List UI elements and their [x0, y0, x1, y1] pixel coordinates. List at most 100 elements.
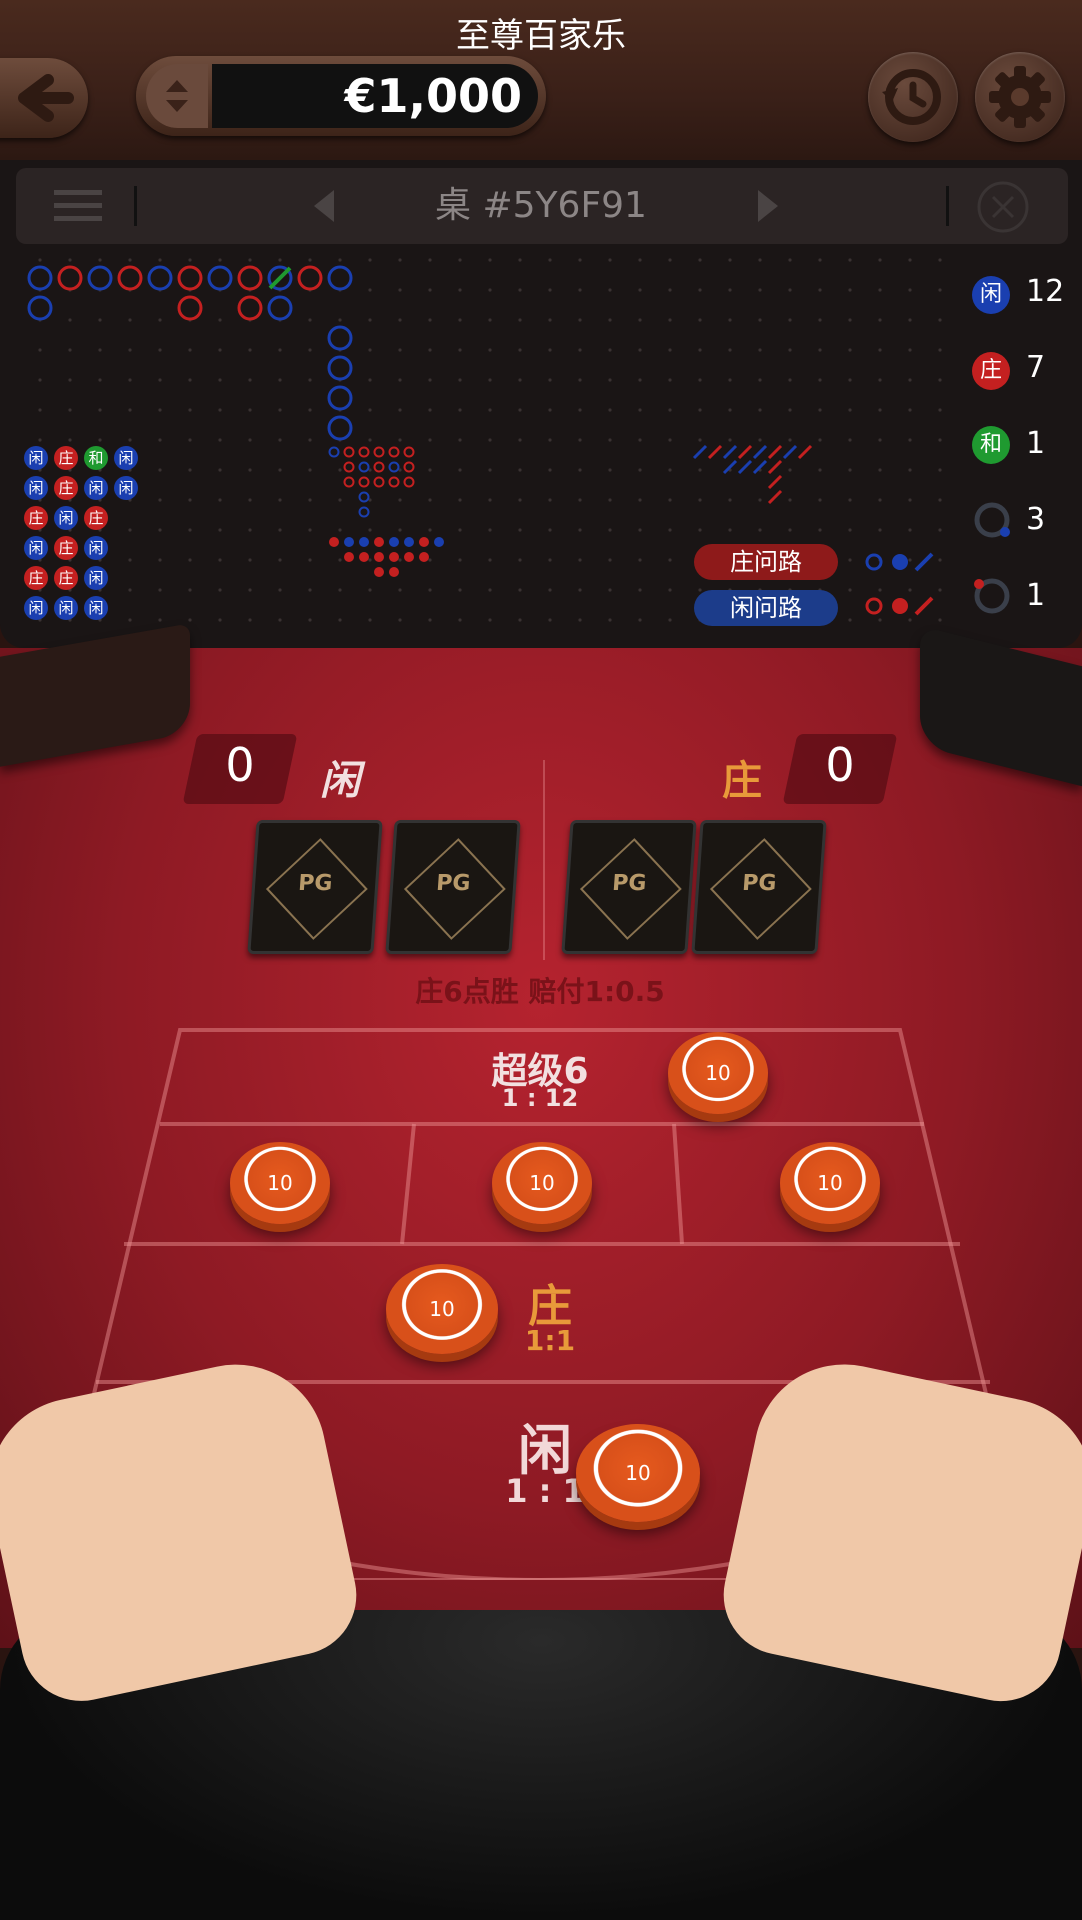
grid-dot	[668, 318, 672, 322]
grid-dot	[728, 258, 732, 262]
grid-dot	[608, 468, 612, 472]
grid-dot	[608, 258, 612, 262]
big-eye-mark	[343, 446, 355, 458]
grid-dot	[878, 378, 882, 382]
grid-dot	[668, 498, 672, 502]
grid-dot	[368, 528, 372, 532]
chip-player[interactable]: 10	[576, 1424, 700, 1522]
grid-dot	[278, 258, 282, 262]
grid-dot	[638, 558, 642, 562]
grid-dot	[308, 528, 312, 532]
grid-dot	[278, 468, 282, 472]
grid-dot	[278, 408, 282, 412]
grid-dot	[248, 498, 252, 502]
chip-tie[interactable]: 10	[492, 1142, 592, 1224]
grid-dot	[548, 378, 552, 382]
big-eye-mark	[358, 476, 370, 488]
grid-dot	[878, 288, 882, 292]
grid-dot	[128, 438, 132, 442]
grid-dot	[398, 378, 402, 382]
back-button[interactable]	[0, 58, 88, 138]
grid-dot	[578, 288, 582, 292]
grid-dot	[578, 348, 582, 352]
chip-player-pair[interactable]: 10	[230, 1142, 330, 1224]
banker-ask-button[interactable]: 庄问路	[694, 544, 838, 580]
chip-banker-pair[interactable]: 10	[780, 1142, 880, 1224]
small-road-mark	[359, 552, 369, 562]
grid-dot	[698, 438, 702, 442]
grid-dot	[758, 258, 762, 262]
divider	[946, 186, 949, 226]
chip-banker[interactable]: 10	[386, 1264, 498, 1354]
grid-dot	[458, 558, 462, 562]
grid-dot	[578, 618, 582, 622]
grid-dot	[728, 498, 732, 502]
grid-dot	[68, 348, 72, 352]
grid-dot	[638, 528, 642, 532]
balance-value: €1,000	[344, 69, 522, 123]
grid-dot	[338, 588, 342, 592]
next-table-button[interactable]	[746, 186, 786, 226]
grid-dot	[608, 318, 612, 322]
grid-dot	[398, 588, 402, 592]
grid-dot	[218, 378, 222, 382]
grid-dot	[938, 408, 942, 412]
cockroach-mark	[737, 459, 753, 475]
balance-toggle-button[interactable]	[146, 64, 208, 128]
menu-button[interactable]	[48, 184, 108, 228]
banker-label: 庄	[722, 758, 762, 804]
grid-dot	[758, 438, 762, 442]
grid-dot	[698, 468, 702, 472]
grid-dot	[188, 378, 192, 382]
grid-dot	[848, 408, 852, 412]
grid-dot	[548, 258, 552, 262]
chip-super6[interactable]: 10	[668, 1032, 768, 1114]
grid-dot	[458, 288, 462, 292]
small-road-mark	[344, 552, 354, 562]
grid-dot	[908, 468, 912, 472]
settings-button[interactable]	[975, 52, 1065, 142]
grid-dot	[788, 498, 792, 502]
cockroach-mark	[767, 459, 783, 475]
grid-dot	[68, 408, 72, 412]
big-road-mark	[27, 295, 53, 321]
grid-dot	[818, 258, 822, 262]
gear-icon	[989, 66, 1051, 128]
grid-dot	[848, 378, 852, 382]
big-eye-mark	[388, 476, 400, 488]
big-eye-mark	[358, 506, 370, 518]
big-road-mark	[327, 415, 353, 441]
grid-dot	[548, 618, 552, 622]
history-button[interactable]	[868, 52, 958, 142]
player-ask-button[interactable]: 闲问路	[694, 590, 838, 626]
big-road-mark	[237, 295, 263, 321]
grid-dot	[518, 618, 522, 622]
grid-dot	[938, 498, 942, 502]
grid-dot	[158, 378, 162, 382]
big-eye-mark	[328, 446, 340, 458]
grid-dot	[608, 498, 612, 502]
big-road-mark	[177, 295, 203, 321]
small-road-mark	[404, 537, 414, 547]
grid-dot	[848, 618, 852, 622]
grid-dot	[38, 378, 42, 382]
grid-dot	[248, 528, 252, 532]
big-road-mark	[57, 265, 83, 291]
close-button[interactable]	[976, 180, 1030, 234]
bead-plate-cell: 闲	[84, 566, 108, 590]
grid-dot	[458, 348, 462, 352]
grid-dot	[398, 618, 402, 622]
grid-dot	[578, 468, 582, 472]
grid-dot	[728, 348, 732, 352]
hamburger-icon	[54, 190, 102, 221]
grid-dot	[428, 348, 432, 352]
grid-dot	[518, 468, 522, 472]
grid-dot	[818, 498, 822, 502]
grid-dot	[638, 618, 642, 622]
grid-dot	[698, 348, 702, 352]
small-road-mark	[374, 537, 384, 547]
grid-dot	[158, 258, 162, 262]
grid-dot	[788, 318, 792, 322]
grid-dot	[578, 318, 582, 322]
grid-dot	[698, 258, 702, 262]
